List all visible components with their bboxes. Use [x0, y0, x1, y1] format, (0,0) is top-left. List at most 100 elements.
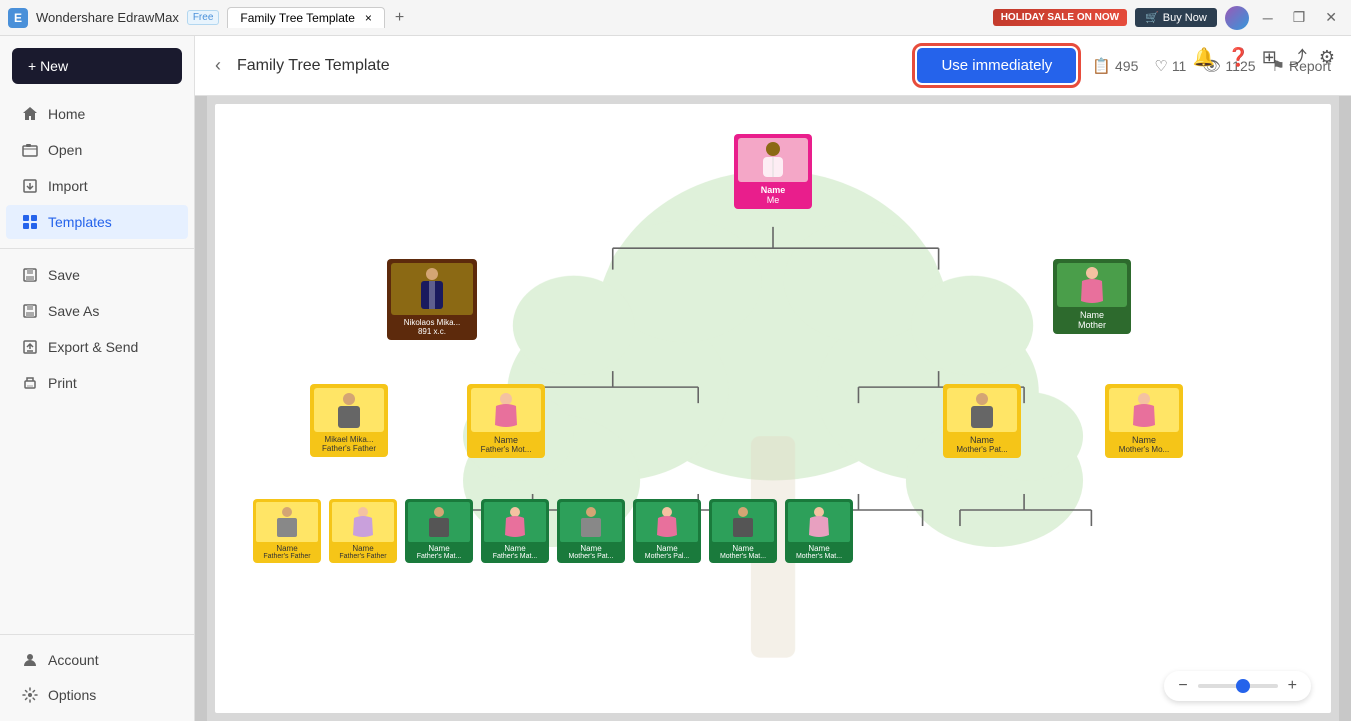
row4-3-sub: Father's Mat...: [408, 553, 470, 560]
print-icon: [22, 375, 38, 391]
node-row4-1[interactable]: Name Father's Father: [253, 499, 321, 563]
node-row4-8[interactable]: Name Mother's Mat...: [785, 499, 853, 563]
sidebar-label-export: Export & Send: [48, 339, 138, 355]
sidebar-divider: [0, 248, 194, 249]
mm-sublabel: Mother's Mo...: [1109, 445, 1179, 454]
sidebar-item-account[interactable]: Account: [6, 643, 188, 677]
back-button[interactable]: ‹: [215, 55, 221, 76]
sidebar-label-home: Home: [48, 106, 85, 122]
row4-8-sub: Mother's Mat...: [788, 553, 850, 560]
node-row4-6[interactable]: Name Mother's Pal...: [633, 499, 701, 563]
cart-icon: 🛒: [1145, 11, 1159, 24]
node-fm[interactable]: Name Father's Mot...: [467, 384, 545, 458]
sidebar-label-print: Print: [48, 375, 77, 391]
node-row4-3[interactable]: Name Father's Mat...: [405, 499, 473, 563]
app-icon: E: [8, 8, 28, 28]
saveas-icon: [22, 303, 38, 319]
mm-name: Name: [1109, 435, 1179, 445]
user-avatar[interactable]: [1225, 6, 1249, 30]
canvas-content[interactable]: Name Me Nikolaos Mi: [215, 104, 1331, 713]
sidebar-item-import[interactable]: Import: [6, 169, 188, 203]
sidebar-item-home[interactable]: Home: [6, 97, 188, 131]
sidebar-label-account: Account: [48, 652, 99, 668]
canvas-left-panel: [195, 96, 207, 721]
sidebar-item-options[interactable]: Options: [6, 678, 188, 712]
close-button[interactable]: ✕: [1319, 9, 1343, 26]
sidebar-item-saveas[interactable]: Save As: [6, 294, 188, 328]
export-icon: [22, 339, 38, 355]
free-badge: Free: [187, 10, 220, 25]
node-mf[interactable]: Name Mother's Pat...: [943, 384, 1021, 458]
sidebar-label-templates: Templates: [48, 214, 112, 230]
row4-6-name: Name: [636, 544, 698, 553]
row4-2-name: Name: [332, 544, 394, 553]
import-icon: [22, 178, 38, 194]
row4-1-name: Name: [256, 544, 318, 553]
account-icon: [22, 652, 38, 668]
node-row4-4[interactable]: Name Father's Mat...: [481, 499, 549, 563]
tab-bar: Family Tree Template × +: [227, 7, 410, 28]
maximize-button[interactable]: ❐: [1287, 9, 1312, 26]
ff-sublabel: Father's Father: [314, 444, 384, 453]
node-row4-2[interactable]: Name Father's Father: [329, 499, 397, 563]
templates-icon: [22, 214, 38, 230]
notification-icon[interactable]: 🔔: [1193, 47, 1215, 68]
node-father[interactable]: Nikolaos Mika... 891 x.c.: [387, 259, 477, 340]
father-name: Nikolaos Mika...: [391, 318, 473, 327]
zoom-plus-button[interactable]: +: [1288, 677, 1297, 695]
likes-count: 11: [1172, 58, 1187, 74]
row4-5-sub: Mother's Pat...: [560, 553, 622, 560]
content-header: 🔔 ❓ ⊞ ⤴ ⚙ ‹ Family Tree Template Use imm…: [195, 36, 1351, 96]
add-tab-button[interactable]: +: [389, 9, 410, 27]
buy-now-button[interactable]: 🛒 Buy Now: [1135, 8, 1217, 27]
sidebar-item-save[interactable]: Save: [6, 258, 188, 292]
canvas-area[interactable]: Name Me Nikolaos Mi: [195, 96, 1351, 721]
node-mother[interactable]: Name Mother: [1053, 259, 1131, 334]
help-icon[interactable]: ❓: [1227, 47, 1249, 68]
node-row4-5[interactable]: Name Mother's Pat...: [557, 499, 625, 563]
node-me[interactable]: Name Me: [734, 134, 812, 209]
row4-2-sub: Father's Father: [332, 553, 394, 560]
grid-icon[interactable]: ⊞: [1262, 47, 1277, 68]
sidebar-item-templates[interactable]: Templates: [6, 205, 188, 239]
zoom-minus-button[interactable]: −: [1178, 677, 1187, 695]
options-icon: [22, 687, 38, 703]
copies-stat: 📋 495: [1092, 57, 1138, 75]
save-icon: [22, 267, 38, 283]
sidebar-label-import: Import: [48, 178, 88, 194]
me-sublabel: Me: [738, 195, 808, 205]
sidebar-item-print[interactable]: Print: [6, 366, 188, 400]
mother-name: Name: [1057, 310, 1127, 320]
settings-icon[interactable]: ⚙: [1319, 47, 1335, 68]
sidebar: + New Home Open Import Templates: [0, 36, 195, 721]
mf-sublabel: Mother's Pat...: [947, 445, 1017, 454]
minimize-button[interactable]: ─: [1257, 10, 1279, 26]
row4-8-name: Name: [788, 544, 850, 553]
holiday-sale-button[interactable]: HOLIDAY SALE ON NOW: [993, 9, 1127, 26]
mf-name: Name: [947, 435, 1017, 445]
row4-nodes: Name Father's Father Name Father's Fathe…: [253, 499, 853, 563]
main-content: 🔔 ❓ ⊞ ⤴ ⚙ ‹ Family Tree Template Use imm…: [195, 36, 1351, 721]
sidebar-item-export[interactable]: Export & Send: [6, 330, 188, 364]
use-immediately-button[interactable]: Use immediately: [917, 48, 1076, 83]
row4-7-sub: Mother's Mat...: [712, 553, 774, 560]
fm-sublabel: Father's Mot...: [471, 445, 541, 454]
share-icon[interactable]: ⤴: [1289, 44, 1307, 70]
sidebar-item-open[interactable]: Open: [6, 133, 188, 167]
new-button[interactable]: + New: [12, 48, 182, 84]
zoom-slider[interactable]: [1198, 684, 1278, 688]
titlebar: E Wondershare EdrawMax Free Family Tree …: [0, 0, 1351, 36]
sidebar-bottom: Account Options: [0, 626, 194, 721]
node-mm[interactable]: Name Mother's Mo...: [1105, 384, 1183, 458]
node-ff[interactable]: Mikael Mika... Father's Father: [310, 384, 388, 457]
sidebar-label-saveas: Save As: [48, 303, 99, 319]
likes-stat[interactable]: ♡ 11: [1154, 57, 1186, 75]
father-sublabel: 891 x.c.: [391, 327, 473, 336]
tab-item[interactable]: Family Tree Template ×: [227, 7, 385, 28]
titlebar-right: HOLIDAY SALE ON NOW 🛒 Buy Now ─ ❐ ✕: [993, 6, 1343, 30]
row4-4-sub: Father's Mat...: [484, 553, 546, 560]
mother-sublabel: Mother: [1057, 320, 1127, 330]
ff-name: Mikael Mika...: [314, 435, 384, 444]
row4-7-name: Name: [712, 544, 774, 553]
node-row4-7[interactable]: Name Mother's Mat...: [709, 499, 777, 563]
